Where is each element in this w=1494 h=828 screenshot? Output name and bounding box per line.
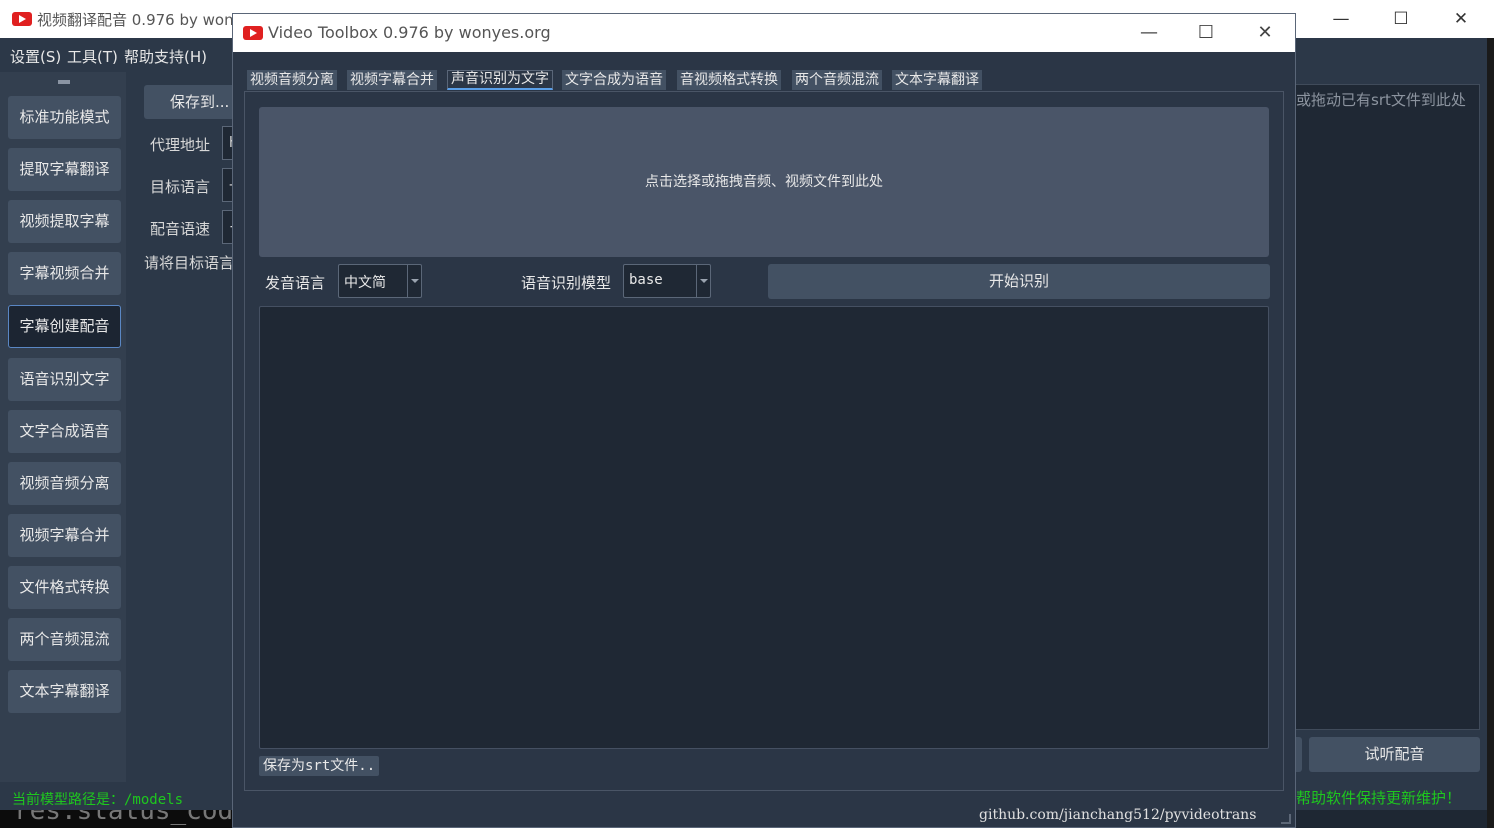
sidebar-item-standard-mode[interactable]: 标准功能模式: [8, 96, 121, 139]
main-window-title: 视频翻译配音 0.976 by wony: [37, 11, 243, 29]
tab-format-convert[interactable]: 音视频格式转换: [677, 70, 781, 90]
listen-dubbing-button[interactable]: 试听配音: [1309, 737, 1480, 772]
close-icon[interactable]: ✕: [1242, 18, 1288, 48]
close-icon[interactable]: ✕: [1438, 6, 1484, 32]
start-recognition-button[interactable]: 开始识别: [768, 264, 1270, 299]
srt-text-area[interactable]: [1286, 84, 1480, 730]
menu-help[interactable]: 帮助支持(H): [124, 46, 207, 67]
model-path-status: 当前模型路径是：/models: [12, 792, 184, 808]
srt-placeholder: 或拖动已有srt文件到此处: [1296, 91, 1466, 109]
tab-audio-mix[interactable]: 两个音频混流: [792, 70, 882, 90]
sidebar-item-text-to-speech[interactable]: 文字合成语音: [8, 410, 121, 453]
target-language-hint: 请将目标语言: [144, 254, 235, 272]
model-label: 语音识别模型: [521, 274, 612, 292]
sidebar-item-audio-separate[interactable]: 视频音频分离: [8, 462, 121, 505]
minimize-icon[interactable]: —: [1318, 6, 1364, 32]
sidebar-item-text-translate[interactable]: 文本字幕翻译: [8, 670, 121, 713]
maximize-icon[interactable]: ☐: [1183, 18, 1229, 48]
resize-grip-icon[interactable]: [1281, 814, 1291, 824]
minimize-icon[interactable]: —: [1126, 18, 1172, 48]
sidebar-item-speech-to-text[interactable]: 语音识别文字: [8, 358, 121, 401]
voice-rate-label: 配音语速: [150, 220, 211, 238]
window-edge: [1487, 38, 1494, 828]
language-select[interactable]: 中文简: [338, 264, 422, 298]
drag-handle-icon[interactable]: [58, 80, 70, 84]
menu-tools[interactable]: 工具(T): [67, 46, 118, 67]
sidebar-item-video-extract-subtitle[interactable]: 视频提取字幕: [8, 200, 121, 243]
dialog-titlebar: Video Toolbox 0.976 by wonyes.org — ☐ ✕: [233, 14, 1295, 52]
sidebar-item-audio-mix[interactable]: 两个音频混流: [8, 618, 121, 661]
video-toolbox-dialog: Video Toolbox 0.976 by wonyes.org — ☐ ✕ …: [232, 13, 1296, 828]
save-to-button[interactable]: 保存到...: [144, 85, 244, 119]
model-select[interactable]: base: [623, 264, 711, 298]
save-srt-button[interactable]: 保存为srt文件..: [259, 756, 380, 776]
support-link[interactable]: 帮助软件保持更新维护！: [1296, 787, 1461, 808]
result-text-area[interactable]: [259, 306, 1269, 749]
language-value: 中文简: [344, 275, 386, 291]
dialog-title: Video Toolbox 0.976 by wonyes.org: [268, 23, 551, 42]
video-play-icon: [243, 26, 263, 40]
chevron-down-icon: [696, 265, 710, 297]
tab-text-translate[interactable]: 文本字幕翻译: [892, 70, 982, 90]
sidebar-item-subtitle-dubbing[interactable]: 字幕创建配音: [8, 305, 121, 348]
file-dropzone[interactable]: 点击选择或拖拽音频、视频文件到此处: [259, 107, 1269, 257]
sidebar-item-video-subtitle-merge[interactable]: 视频字幕合并: [8, 514, 121, 557]
chevron-down-icon: [407, 265, 421, 297]
sidebar-item-format-convert[interactable]: 文件格式转换: [8, 566, 121, 609]
sidebar-item-subtitle-video-merge[interactable]: 字幕视频合并: [8, 252, 121, 295]
model-value: base: [629, 272, 663, 288]
tab-video-subtitle-merge[interactable]: 视频字幕合并: [347, 70, 437, 90]
video-play-icon: [12, 12, 32, 26]
tab-text-to-speech[interactable]: 文字合成为语音: [562, 70, 666, 90]
proxy-label: 代理地址: [150, 136, 211, 154]
github-link[interactable]: github.com/jianchang512/pyvideotrans: [979, 807, 1256, 823]
maximize-icon[interactable]: ☐: [1378, 6, 1424, 32]
sidebar-item-extract-translate[interactable]: 提取字幕翻译: [8, 148, 121, 191]
language-label: 发音语言: [265, 274, 326, 292]
tab-audio-separate[interactable]: 视频音频分离: [247, 70, 337, 90]
target-language-label: 目标语言: [150, 178, 211, 196]
menu-settings[interactable]: 设置(S): [10, 46, 61, 67]
tab-speech-to-text[interactable]: 声音识别为文字: [447, 70, 553, 90]
